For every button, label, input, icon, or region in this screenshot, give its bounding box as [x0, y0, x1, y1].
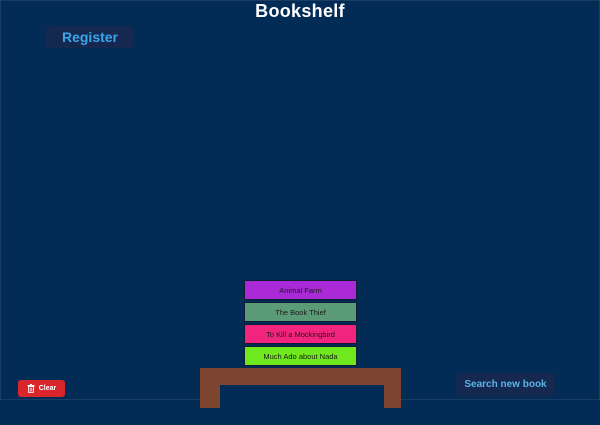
book-item[interactable]: Much Ado about Nada — [244, 346, 357, 366]
clear-button-label: Clear — [38, 385, 57, 392]
search-new-book-button[interactable]: Search new book — [456, 373, 555, 396]
register-button[interactable]: Register — [46, 26, 134, 48]
bookshelf — [200, 368, 401, 425]
book-item[interactable]: The Book Thief — [244, 302, 357, 322]
book-item[interactable]: Animal Farm — [244, 280, 357, 300]
book-item[interactable]: To Kill a Mockingbird — [244, 324, 357, 344]
page-title: Bookshelf — [255, 1, 345, 21]
shelf-opening — [220, 385, 384, 425]
clear-button[interactable]: Clear — [18, 380, 65, 397]
book-stack: Animal Farm The Book Thief To Kill a Mocki… — [244, 280, 357, 368]
trash-icon — [27, 384, 35, 393]
